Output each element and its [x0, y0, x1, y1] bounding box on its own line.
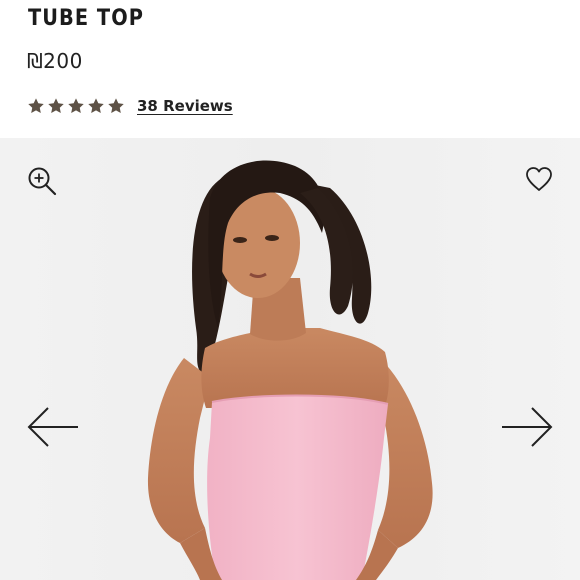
star-rating [27, 97, 125, 115]
star-icon [67, 97, 85, 115]
heart-icon[interactable] [524, 164, 554, 194]
rating-row: 38 Reviews [27, 95, 233, 117]
reviews-link[interactable]: 38 Reviews [137, 97, 233, 115]
product-image-gallery[interactable] [0, 138, 580, 580]
star-icon [107, 97, 125, 115]
star-icon [87, 97, 105, 115]
star-icon [47, 97, 65, 115]
product-price: ₪200 [27, 49, 83, 73]
star-icon [27, 97, 45, 115]
arrow-left-icon[interactable] [26, 404, 82, 450]
zoom-in-icon[interactable] [26, 165, 58, 197]
arrow-right-icon[interactable] [498, 404, 554, 450]
product-photo [0, 138, 580, 580]
product-title: TUBE TOP [28, 6, 144, 31]
